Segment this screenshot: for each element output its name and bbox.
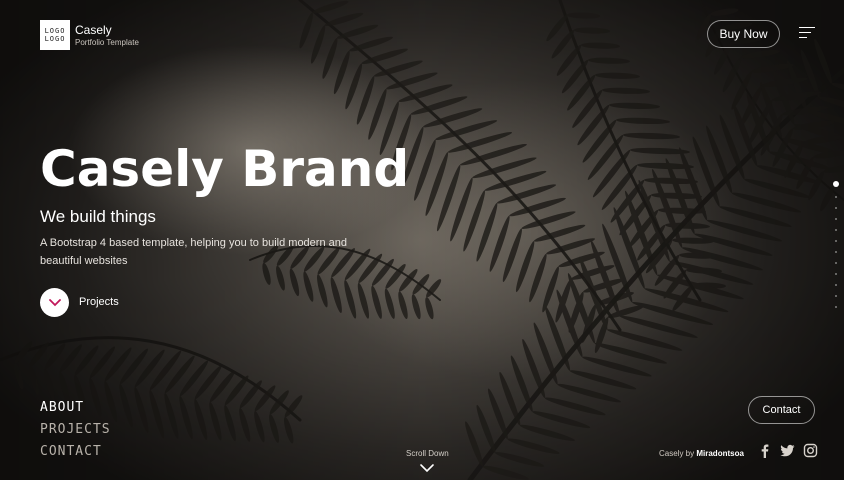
logo-line-2: LOGO	[44, 35, 66, 43]
hamburger-menu-icon[interactable]	[799, 27, 815, 39]
pagination-dot[interactable]	[835, 262, 837, 264]
hero-subtitle: We build things	[40, 207, 156, 226]
projects-button[interactable]	[40, 288, 69, 317]
hero-title: Casely Brand	[40, 140, 410, 198]
pagination-dot[interactable]	[835, 306, 837, 308]
pagination-dot[interactable]	[835, 295, 837, 297]
brand-tagline: Portfolio Template	[75, 38, 139, 47]
hero-description: A Bootstrap 4 based template, helping yo…	[40, 237, 347, 267]
pagination-dot[interactable]	[835, 196, 837, 198]
credit: Casely by Miradontsoa	[659, 449, 744, 458]
pagination-dot[interactable]	[835, 240, 837, 242]
scroll-down-button[interactable]	[417, 462, 437, 480]
pagination-dot[interactable]	[835, 251, 837, 253]
section-pagination	[833, 181, 839, 317]
chevron-down-icon	[48, 298, 61, 306]
chevron-down-icon	[420, 464, 434, 473]
projects-label[interactable]: Projects	[79, 296, 119, 308]
nav-link-contact[interactable]: CONTACT	[40, 443, 111, 466]
logo[interactable]: LOGO LOGO	[40, 20, 70, 50]
pagination-dot[interactable]	[835, 229, 837, 231]
contact-button[interactable]: Contact	[748, 396, 815, 424]
pagination-dot[interactable]	[835, 273, 837, 275]
logo-line-1: LOGO	[44, 27, 66, 35]
scroll-down-label[interactable]: Scroll Down	[406, 449, 449, 458]
pagination-dot[interactable]	[833, 181, 839, 187]
nav-link-about[interactable]: ABOUT	[40, 399, 111, 422]
credit-prefix: Casely by	[659, 449, 695, 458]
buy-now-button[interactable]: Buy Now	[707, 20, 780, 48]
credit-author[interactable]: Miradontsoa	[696, 449, 744, 458]
social-links	[757, 443, 818, 458]
pagination-dot[interactable]	[835, 284, 837, 286]
bottom-nav: ABOUT PROJECTS CONTACT	[40, 399, 111, 466]
twitter-icon[interactable]	[780, 443, 795, 458]
nav-link-projects[interactable]: PROJECTS	[40, 421, 111, 444]
pagination-dot[interactable]	[835, 218, 837, 220]
pagination-dot[interactable]	[835, 207, 837, 209]
brand-name[interactable]: Casely	[75, 23, 112, 37]
instagram-icon[interactable]	[803, 443, 818, 458]
facebook-icon[interactable]	[757, 443, 772, 458]
